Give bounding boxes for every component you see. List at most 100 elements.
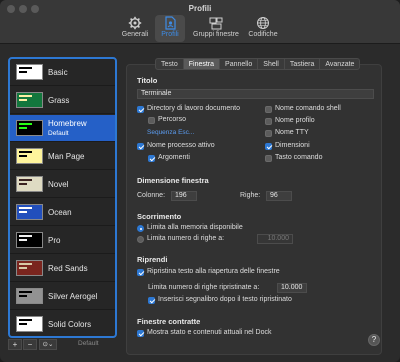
thumbnail-text-line bbox=[19, 323, 27, 325]
thumbnail-text-line bbox=[19, 235, 32, 237]
thumbnail-text-line bbox=[19, 99, 27, 101]
checkbox-mostra-dock[interactable] bbox=[137, 330, 144, 337]
profile-name: Man Page bbox=[48, 152, 85, 161]
thumbnail-text-line bbox=[19, 183, 27, 185]
checkbox-tasto-comando[interactable] bbox=[265, 155, 272, 162]
profile-row[interactable]: Novel bbox=[10, 171, 115, 198]
toolbar-codifiche[interactable]: Codifiche bbox=[244, 15, 282, 42]
label-limite-ripristino: Limita numero di righe ripristinate a: bbox=[148, 284, 260, 291]
label-dimensioni: Dimensioni bbox=[275, 142, 310, 149]
profile-name: Solid Colors bbox=[48, 320, 92, 329]
label-directory: Directory di lavoro documento bbox=[147, 105, 240, 112]
label-nome-comando-shell: Nome comando shell bbox=[275, 105, 341, 112]
profile-row[interactable]: Basic bbox=[10, 59, 115, 86]
toolbar-codifiche-label: Codifiche bbox=[248, 31, 278, 38]
profile-row[interactable]: Pro bbox=[10, 227, 115, 254]
label-mostra-dock: Mostra stato e contenuti attuali nel Doc… bbox=[147, 329, 272, 336]
tab-shell[interactable]: Shell bbox=[257, 58, 285, 70]
section-titolo: Titolo bbox=[137, 76, 158, 85]
set-default-button[interactable]: Default bbox=[78, 340, 99, 347]
add-profile-button[interactable]: + bbox=[8, 339, 22, 350]
profile-thumbnail bbox=[16, 316, 43, 332]
label-nome-tty: Nome TTY bbox=[275, 129, 309, 136]
toolbar-gruppi-finestre[interactable]: Gruppi finestre bbox=[189, 15, 243, 42]
gear-icon bbox=[128, 16, 142, 30]
profile-list[interactable]: Basic Grass Homebrew Default Man Page Novel Oc… bbox=[8, 57, 117, 338]
section-finestre-contratte: Finestre contratte bbox=[137, 317, 201, 326]
thumbnail-text-line bbox=[19, 155, 27, 157]
profile-thumbnail bbox=[16, 64, 43, 80]
profile-name: Red Sands bbox=[48, 264, 88, 273]
checkbox-dimensioni[interactable] bbox=[265, 143, 272, 150]
profile-row[interactable]: Ocean bbox=[10, 199, 115, 226]
profile-thumbnail bbox=[16, 288, 43, 304]
profile-thumbnail bbox=[16, 148, 43, 164]
window-title: Profili bbox=[188, 4, 212, 13]
label-nome-processo: Nome processo attivo bbox=[147, 142, 215, 149]
tab-testo[interactable]: Testo bbox=[155, 58, 184, 70]
profile-thumbnail bbox=[16, 120, 43, 136]
profile-thumbnail bbox=[16, 260, 43, 276]
help-button[interactable]: ? bbox=[368, 334, 380, 346]
checkbox-nome-tty[interactable] bbox=[265, 130, 272, 137]
tab-pannello[interactable]: Pannello bbox=[219, 58, 259, 70]
thumbnail-text-line bbox=[19, 267, 27, 269]
section-riprendi: Riprendi bbox=[137, 255, 168, 264]
scrollback-rows-input[interactable]: 10.000 bbox=[257, 234, 293, 244]
label-righe: Righe: bbox=[240, 192, 261, 199]
checkbox-nome-profilo[interactable] bbox=[265, 118, 272, 125]
label-nome-profilo: Nome profilo bbox=[275, 117, 315, 124]
checkbox-nome-comando-shell[interactable] bbox=[265, 106, 272, 113]
restore-rows-input[interactable]: 10.000 bbox=[277, 283, 307, 293]
rows-input[interactable]: 96 bbox=[266, 191, 292, 201]
profile-row[interactable]: Solid Colors bbox=[10, 311, 115, 336]
profile-row[interactable]: Homebrew Default bbox=[10, 115, 115, 142]
checkbox-nome-processo[interactable] bbox=[137, 143, 144, 150]
toolbar-profili-label: Profili bbox=[161, 31, 179, 38]
checkbox-percorso[interactable] bbox=[148, 117, 155, 124]
thumbnail-text-line bbox=[19, 239, 27, 241]
profile-name: Homebrew bbox=[48, 119, 87, 128]
profile-row[interactable]: Grass bbox=[10, 87, 115, 114]
profile-actions-menu-button[interactable]: ⊙⌄ bbox=[39, 339, 57, 350]
section-scorrimento: Scorrimento bbox=[137, 212, 182, 221]
checkbox-segnalibro[interactable] bbox=[148, 297, 155, 304]
profile-row[interactable]: Red Sands bbox=[10, 255, 115, 282]
title-input[interactable]: Terminale bbox=[137, 89, 374, 99]
toolbar-generali[interactable]: Generali bbox=[118, 15, 152, 42]
remove-profile-button[interactable]: − bbox=[23, 339, 37, 350]
sequenza-esc-link[interactable]: Sequenza Esc... bbox=[147, 129, 194, 136]
checkbox-ripristina[interactable] bbox=[137, 269, 144, 276]
thumbnail-text-line bbox=[19, 319, 32, 321]
checkbox-directory[interactable] bbox=[137, 106, 144, 113]
label-colonne: Colonne: bbox=[137, 192, 166, 199]
thumbnail-text-line bbox=[19, 127, 27, 129]
toolbar-profili[interactable]: Profili bbox=[155, 15, 185, 42]
thumbnail-text-line bbox=[19, 95, 32, 97]
profile-row[interactable]: Silver Aerogel bbox=[10, 283, 115, 310]
checkbox-argomenti[interactable] bbox=[148, 155, 155, 162]
tab-avanzate[interactable]: Avanzate bbox=[319, 58, 361, 70]
profile-thumbnail bbox=[16, 92, 43, 108]
tab-tastiera[interactable]: Tastiera bbox=[283, 58, 321, 70]
globe-icon bbox=[257, 17, 269, 29]
radio-limita-memoria[interactable] bbox=[137, 225, 144, 232]
toolbar-gruppi-label: Gruppi finestre bbox=[193, 31, 239, 38]
profile-name: Pro bbox=[48, 236, 61, 245]
thumbnail-text-line bbox=[19, 67, 32, 69]
profile-thumbnail bbox=[16, 176, 43, 192]
toolbar-generali-label: Generali bbox=[121, 31, 149, 38]
titlebar: Profili Generali Profili Gruppi finestre… bbox=[0, 0, 400, 44]
profile-default-badge: Default bbox=[48, 130, 69, 137]
label-ripristina: Ripristina testo alla riapertura delle f… bbox=[147, 268, 280, 275]
section-dimensione: Dimensione finestra bbox=[137, 176, 209, 185]
tab-finestra[interactable]: Finestra bbox=[182, 58, 221, 70]
profile-row[interactable]: Man Page bbox=[10, 143, 115, 170]
profile-name: Silver Aerogel bbox=[48, 292, 98, 301]
profile-name: Basic bbox=[48, 68, 68, 77]
columns-input[interactable]: 196 bbox=[171, 191, 197, 201]
radio-limita-righe[interactable] bbox=[137, 236, 144, 243]
profile-name: Ocean bbox=[48, 208, 72, 217]
settings-tabs: Testo Finestra Pannello Shell Tastiera Avanza… bbox=[155, 58, 361, 70]
window-groups-icon bbox=[209, 17, 223, 30]
